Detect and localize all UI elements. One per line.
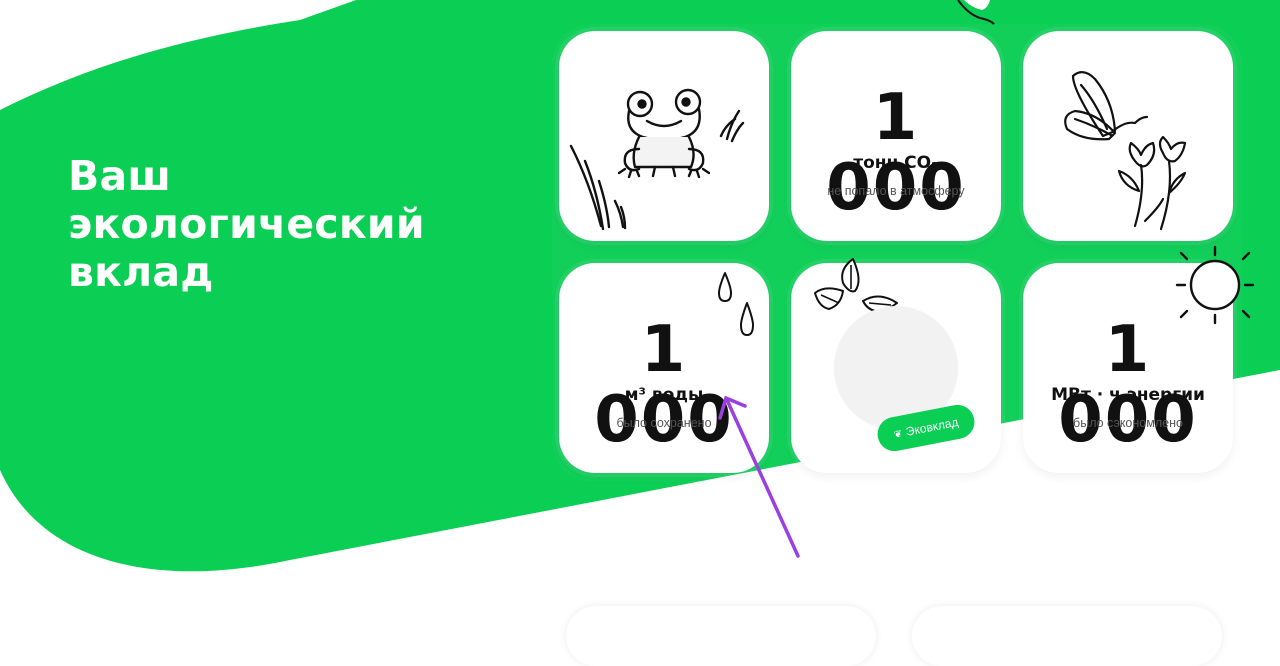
butterfly-flowers-icon — [1064, 71, 1187, 231]
stat-unit-subscript: 2 — [931, 160, 939, 173]
next-section-card-left — [566, 606, 876, 666]
card-eco-badge: ❦Эковклад — [791, 258, 1001, 473]
next-section-card-right — [912, 606, 1222, 666]
card-energy: 1 000 МВт · ч энергии было сэкономлено — [1023, 245, 1255, 473]
stat-unit: тонн CO2 — [791, 153, 1001, 177]
stat-unit: м³ воды — [624, 385, 704, 405]
stat-unit: МВт · ч энергии — [1051, 385, 1205, 405]
page-title-line-2: экологический — [68, 200, 425, 248]
stat-caption: было сэкономлено — [1073, 416, 1183, 430]
page-title: Ваш экологический вклад — [68, 152, 425, 296]
badge-icon: ❦ — [893, 428, 904, 442]
leaf-fragment-icon — [957, 0, 995, 25]
page-title-line-3: вклад — [68, 248, 214, 296]
card-co2: 1 000 тонн CO2 не попало в атмосферу — [791, 31, 1001, 241]
card-butterfly — [1023, 31, 1233, 241]
eco-badge-label: Эковклад — [904, 414, 960, 439]
page-title-line-1: Ваш — [68, 152, 172, 200]
stat-caption: было сохранено — [616, 416, 712, 430]
stat-unit-text: тонн CO — [853, 153, 932, 173]
card-water: 1 000 м³ воды было сохранено — [559, 263, 769, 473]
stat-caption: не попало в атмосферу — [827, 184, 965, 198]
card-frog — [559, 31, 769, 241]
frog-icon — [569, 88, 745, 231]
